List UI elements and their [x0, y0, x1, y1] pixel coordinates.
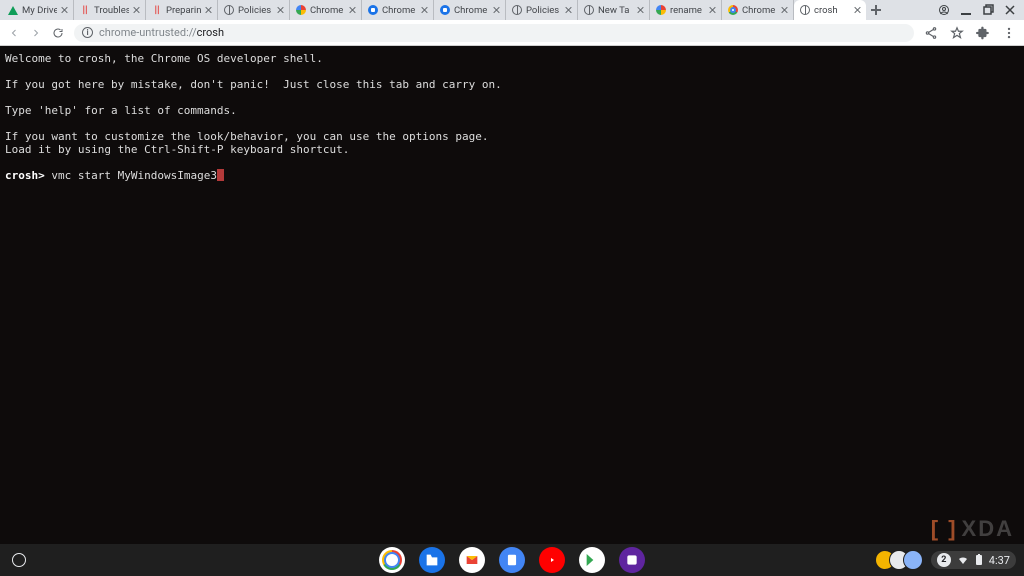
- tab-close-button[interactable]: [205, 6, 213, 14]
- site-info-icon[interactable]: i: [82, 27, 93, 38]
- tab-close-button[interactable]: [493, 6, 501, 14]
- tab-favicon: [656, 5, 666, 15]
- back-button[interactable]: [8, 27, 20, 39]
- tab-favicon: [296, 5, 306, 15]
- browser-tab[interactable]: New Ta: [578, 0, 650, 20]
- avatar-stack[interactable]: [881, 550, 923, 570]
- clock: 4:37: [989, 554, 1010, 567]
- tab-title: New Ta: [598, 5, 633, 16]
- forward-button[interactable]: [30, 27, 42, 39]
- xda-watermark: [ ]XDA: [931, 518, 1014, 540]
- tab-favicon: [512, 5, 522, 15]
- account-icon[interactable]: [938, 4, 950, 16]
- url-path: crosh: [197, 26, 224, 39]
- browser-tab[interactable]: Chrome: [290, 0, 362, 20]
- minimize-button[interactable]: [960, 4, 972, 16]
- browser-tab[interactable]: rename: [650, 0, 722, 20]
- browser-tab[interactable]: Chrome: [434, 0, 506, 20]
- tab-close-button[interactable]: [854, 6, 862, 14]
- tab-favicon: [368, 5, 378, 15]
- tab-favicon: [8, 5, 18, 15]
- browser-tab[interactable]: My Drive: [2, 0, 74, 20]
- tab-title: rename: [670, 5, 705, 16]
- tab-favicon: [800, 5, 810, 15]
- share-icon[interactable]: [924, 26, 938, 40]
- shelf-app-play[interactable]: [579, 547, 605, 573]
- extensions-icon[interactable]: [976, 26, 990, 40]
- shelf-app-app-alt[interactable]: [619, 547, 645, 573]
- browser-toolbar: i chrome-untrusted://crosh: [0, 20, 1024, 46]
- browser-tab[interactable]: Chrome: [722, 0, 794, 20]
- tab-close-button[interactable]: [61, 6, 69, 14]
- tab-favicon: [440, 5, 450, 15]
- browser-tab[interactable]: || Preparin: [146, 0, 218, 20]
- tab-title: Chrome: [382, 5, 417, 16]
- shelf-app-youtube[interactable]: [539, 547, 565, 573]
- browser-tab[interactable]: Policies: [218, 0, 290, 20]
- restore-button[interactable]: [982, 4, 994, 16]
- tab-favicon: ||: [152, 5, 162, 15]
- browser-tab[interactable]: Policies: [506, 0, 578, 20]
- browser-tab[interactable]: crosh: [794, 0, 866, 20]
- shelf-app-docs[interactable]: [499, 547, 525, 573]
- tab-close-button[interactable]: [133, 6, 141, 14]
- tab-close-button[interactable]: [637, 6, 645, 14]
- tab-close-button[interactable]: [565, 6, 573, 14]
- menu-icon[interactable]: [1002, 26, 1016, 40]
- bookmark-icon[interactable]: [950, 26, 964, 40]
- tab-close-button[interactable]: [781, 6, 789, 14]
- shelf-app-gmail[interactable]: [459, 547, 485, 573]
- tab-strip: My Drive || Troubles || Preparin Policies Chro…: [0, 0, 1024, 20]
- launcher-button[interactable]: [12, 553, 26, 567]
- shelf-app-chrome[interactable]: [379, 547, 405, 573]
- plus-icon: [871, 5, 881, 15]
- tab-close-button[interactable]: [277, 6, 285, 14]
- status-tray[interactable]: 2 4:37: [931, 551, 1016, 569]
- tab-close-button[interactable]: [709, 6, 717, 14]
- tab-title: Policies: [526, 5, 561, 16]
- tab-title: Chrome: [454, 5, 489, 16]
- battery-icon: [975, 554, 983, 566]
- tab-favicon: [584, 5, 594, 15]
- shelf-app-files[interactable]: [419, 547, 445, 573]
- tab-title: Chrome: [742, 5, 777, 16]
- prompt: crosh>: [5, 169, 45, 182]
- browser-tab[interactable]: Chrome: [362, 0, 434, 20]
- cursor: [217, 169, 224, 181]
- tab-title: Chrome: [310, 5, 345, 16]
- tab-favicon: [728, 5, 738, 15]
- tab-favicon: ||: [80, 5, 90, 15]
- tab-favicon: [224, 5, 234, 15]
- command-input[interactable]: vmc start MyWindowsImage3: [51, 169, 217, 182]
- tab-close-button[interactable]: [421, 6, 429, 14]
- notification-count: 2: [937, 553, 951, 567]
- tab-title: Preparin: [166, 5, 201, 16]
- tab-title: My Drive: [22, 5, 57, 16]
- tab-title: crosh: [814, 5, 850, 16]
- reload-button[interactable]: [52, 27, 64, 39]
- browser-tab[interactable]: || Troubles: [74, 0, 146, 20]
- shelf: 2 4:37: [0, 544, 1024, 576]
- close-window-button[interactable]: [1004, 4, 1016, 16]
- tab-close-button[interactable]: [349, 6, 357, 14]
- new-tab-button[interactable]: [866, 0, 886, 20]
- tab-title: Troubles: [94, 5, 129, 16]
- wifi-icon: [957, 554, 969, 566]
- tab-title: Policies: [238, 5, 273, 16]
- crosh-terminal[interactable]: Welcome to crosh, the Chrome OS develope…: [0, 46, 1024, 544]
- url-origin: chrome-untrusted://: [99, 26, 197, 39]
- address-bar[interactable]: i chrome-untrusted://crosh: [74, 24, 914, 42]
